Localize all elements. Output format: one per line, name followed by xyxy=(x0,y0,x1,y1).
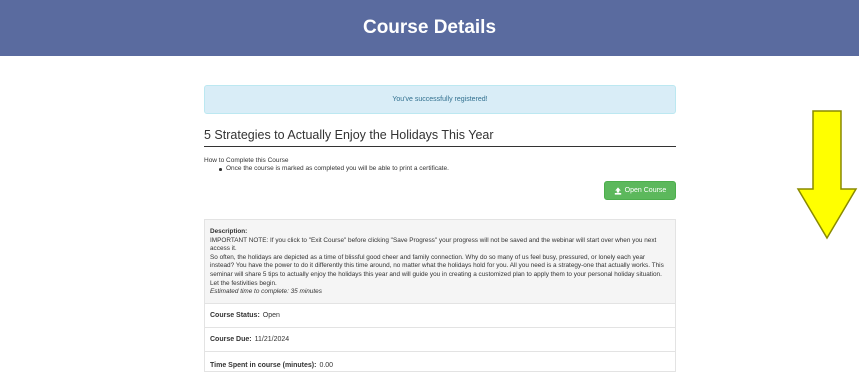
course-title: 5 Strategies to Actually Enjoy the Holid… xyxy=(204,128,676,147)
description-body: So often, the holidays are depicted as a… xyxy=(210,253,664,287)
course-due-value: 11/21/2024 xyxy=(254,335,290,343)
down-arrow-icon xyxy=(796,110,858,240)
description-note: IMPORTANT NOTE: If you click to "Exit Co… xyxy=(210,236,657,253)
course-content: You've successfully registered! 5 Strate… xyxy=(204,85,676,372)
course-status-value: Open xyxy=(262,311,280,319)
course-info-panel: Description: IMPORTANT NOTE: If you clic… xyxy=(204,219,676,372)
alert-message: You've successfully registered! xyxy=(392,96,488,103)
open-course-button[interactable]: Open Course xyxy=(604,181,676,200)
open-course-label: Open Course xyxy=(624,187,667,194)
estimated-time: Estimated time to complete: 35 minutes xyxy=(210,288,322,296)
howto-list: Once the course is marked as completed y… xyxy=(204,165,676,173)
time-spent-row: Time Spent in course (minutes): 0.00 xyxy=(204,351,676,372)
page-title: Course Details xyxy=(362,17,497,38)
success-alert: You've successfully registered! xyxy=(204,85,676,114)
howto-section: How to Complete this Course Once the cou… xyxy=(204,157,676,173)
howto-heading: How to Complete this Course xyxy=(204,157,289,164)
course-due-row: Course Due: 11/21/2024 xyxy=(204,327,676,352)
upload-icon xyxy=(614,186,621,195)
course-status-label: Course Status: xyxy=(210,311,260,319)
page-header: Course Details xyxy=(0,0,859,56)
description-box: Description: IMPORTANT NOTE: If you clic… xyxy=(204,219,676,304)
course-status-row: Course Status: Open xyxy=(204,303,676,328)
description-label: Description: xyxy=(210,228,248,235)
time-spent-label: Time Spent in course (minutes): xyxy=(210,361,317,369)
howto-item: Once the course is marked as completed y… xyxy=(204,165,676,173)
course-due-label: Course Due: xyxy=(210,335,252,343)
time-spent-value: 0.00 xyxy=(319,361,334,369)
